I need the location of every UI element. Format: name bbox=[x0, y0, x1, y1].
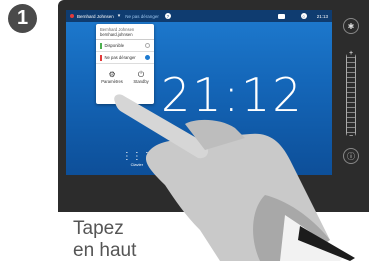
keypad-button[interactable]: ⋮⋮⋮ Clavier bbox=[122, 151, 152, 167]
presence-status-text: Ne pas déranger bbox=[125, 13, 159, 19]
touch-panel-device: Bernhard Johnsen ▾ Ne pas déranger ? ○ 2… bbox=[58, 0, 369, 212]
volume-down-icon[interactable]: − bbox=[347, 133, 355, 140]
keypad-icon: ⋮⋮⋮ bbox=[121, 151, 152, 162]
share-icon: ➜ bbox=[265, 151, 275, 162]
standby-label: Standby bbox=[133, 79, 149, 84]
volume-slider[interactable]: + − bbox=[346, 50, 356, 140]
power-icon: ⏻ bbox=[137, 70, 145, 79]
share-label: Source bbox=[263, 162, 277, 167]
caption-line-1: Tapez bbox=[73, 218, 124, 239]
user-name[interactable]: Bernhard Johnsen bbox=[77, 14, 114, 19]
share-button[interactable]: ➜ Source bbox=[263, 151, 276, 167]
help-icon[interactable]: ? bbox=[164, 13, 171, 19]
standby-button[interactable]: ⏻ Standby bbox=[133, 70, 148, 84]
presence-status-dot bbox=[70, 14, 74, 18]
radio-do-not-disturb[interactable] bbox=[145, 55, 150, 60]
camera-icon[interactable] bbox=[277, 13, 285, 19]
chevron-down-icon[interactable]: ▾ bbox=[118, 13, 121, 19]
menu-item-do-not-disturb[interactable]: Ne pas déranger bbox=[96, 52, 154, 64]
touch-screen: Bernhard Johnsen ▾ Ne pas déranger ? ○ 2… bbox=[66, 10, 332, 175]
menu-header: Bernhard Johnsen bernhard.johnsen bbox=[96, 24, 154, 40]
status-time: 21:13 bbox=[316, 13, 328, 19]
dnd-color-bar bbox=[100, 54, 102, 61]
top-status-bar: Bernhard Johnsen ▾ Ne pas déranger ? ○ 2… bbox=[66, 10, 332, 22]
mute-mic-button[interactable]: ✱ bbox=[343, 18, 359, 34]
bottom-bar: ⋮⋮⋮ Clavier ➜ Source bbox=[66, 147, 332, 175]
user-status-menu: Bernhard Johnsen bernhard.johnsen Dispon… bbox=[96, 24, 154, 104]
instruction-caption: Tapez en haut bbox=[73, 218, 136, 262]
gear-icon: ⚙ bbox=[108, 70, 116, 79]
volume-up-icon[interactable]: + bbox=[347, 50, 355, 57]
home-button[interactable]: ⓘ bbox=[343, 148, 359, 164]
mic-mute-icon: ✱ bbox=[347, 21, 355, 31]
home-clock: 21:12 bbox=[161, 68, 304, 122]
menu-item-label: Disponible bbox=[104, 43, 125, 48]
settings-label: Paramètres bbox=[101, 79, 123, 84]
menu-item-label: Ne pas déranger bbox=[104, 55, 136, 60]
menu-actions: ⚙ Paramètres ⏻ Standby bbox=[96, 64, 154, 84]
keypad-label: Clavier bbox=[130, 162, 144, 167]
right-rail: ✱ + − ⓘ bbox=[341, 10, 363, 175]
menu-item-available[interactable]: Disponible bbox=[96, 40, 154, 52]
settings-button[interactable]: ⚙ Paramètres bbox=[101, 70, 123, 84]
settings-circle-icon[interactable]: ○ bbox=[300, 13, 307, 19]
home-icon: ⓘ bbox=[347, 151, 355, 161]
radio-available[interactable] bbox=[145, 43, 150, 48]
menu-user-id: bernhard.johnsen bbox=[100, 32, 133, 37]
caption-line-2: en haut bbox=[73, 240, 137, 261]
step-number-badge: 1 bbox=[8, 4, 37, 33]
available-color-bar bbox=[100, 42, 102, 49]
